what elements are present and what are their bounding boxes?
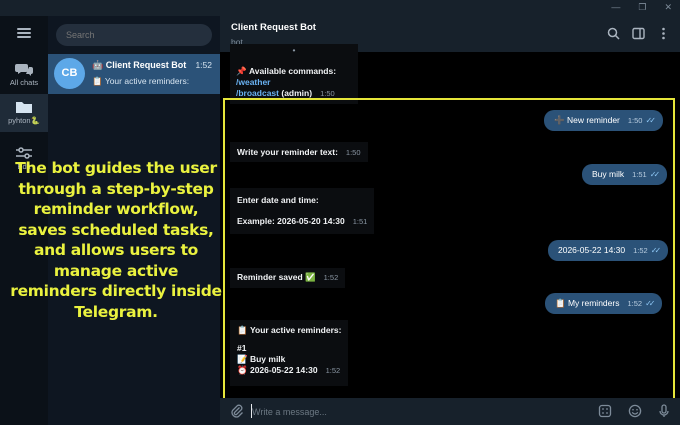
clipboard-emoji-icon: 📋 <box>92 76 103 86</box>
search-input[interactable] <box>56 24 212 46</box>
message-cut-top: • <box>292 45 296 55</box>
message-input[interactable] <box>252 404 582 420</box>
folder-all-chats-label: All chats <box>9 78 39 87</box>
sidebar-toggle-icon[interactable] <box>632 27 645 40</box>
folder-all-chats[interactable]: All chats <box>0 56 48 92</box>
emoji-icon[interactable] <box>628 404 642 418</box>
snake-emoji-icon: 🐍 <box>30 116 40 125</box>
command-broadcast-suffix: (admin) <box>279 88 313 98</box>
restore-button[interactable]: ❐ <box>638 2 646 13</box>
message-composer <box>220 398 680 425</box>
chat-name-text: Client Request Bot <box>105 60 187 70</box>
chat-preview: 📋 Your active reminders: <box>92 76 189 87</box>
hamburger-menu-icon[interactable] <box>17 28 31 38</box>
window-controls: — ❐ ✕ <box>611 2 672 13</box>
search-icon[interactable] <box>607 27 620 40</box>
chat-view: Client Request Bot bot • 📌 Available com… <box>220 16 680 425</box>
chat-name: 🤖 Client Request Bot <box>92 60 186 71</box>
chat-title: Client Request Bot <box>231 22 316 33</box>
bot-commands-icon[interactable] <box>598 404 612 418</box>
header-actions <box>607 27 670 40</box>
chats-icon <box>15 64 33 76</box>
paperclip-icon[interactable] <box>230 404 244 418</box>
close-button[interactable]: ✕ <box>664 2 672 13</box>
message-time: 1:50 <box>320 89 335 98</box>
window-titlebar: — ❐ ✕ <box>0 0 680 16</box>
command-weather-link[interactable]: /weather <box>236 77 352 88</box>
pin-emoji-icon: 📌 <box>236 66 247 76</box>
chat-list-item[interactable]: CB 🤖 Client Request Bot 1:52 📋 Your acti… <box>48 54 220 94</box>
chat-preview-text: Your active reminders: <box>104 76 190 86</box>
robot-emoji-icon: 🤖 <box>92 60 104 70</box>
command-broadcast-link[interactable]: /broadcast <box>236 88 279 98</box>
message-commands: • 📌 Available commands: /weather /broadc… <box>230 44 358 104</box>
chat-time: 1:52 <box>195 60 212 70</box>
folder-pyhton[interactable]: pyhton🐍 <box>0 94 48 132</box>
highlight-frame <box>223 98 675 408</box>
caption-overlay: The bot guides the user through a step-b… <box>10 159 222 321</box>
folder-icon <box>16 102 32 113</box>
commands-title: Available commands: <box>248 66 337 76</box>
avatar: CB <box>54 58 85 89</box>
more-vertical-icon[interactable] <box>657 27 670 40</box>
microphone-icon[interactable] <box>657 404 671 418</box>
folder-pyhton-label: pyhton <box>8 116 31 125</box>
minimize-button[interactable]: — <box>611 2 620 13</box>
